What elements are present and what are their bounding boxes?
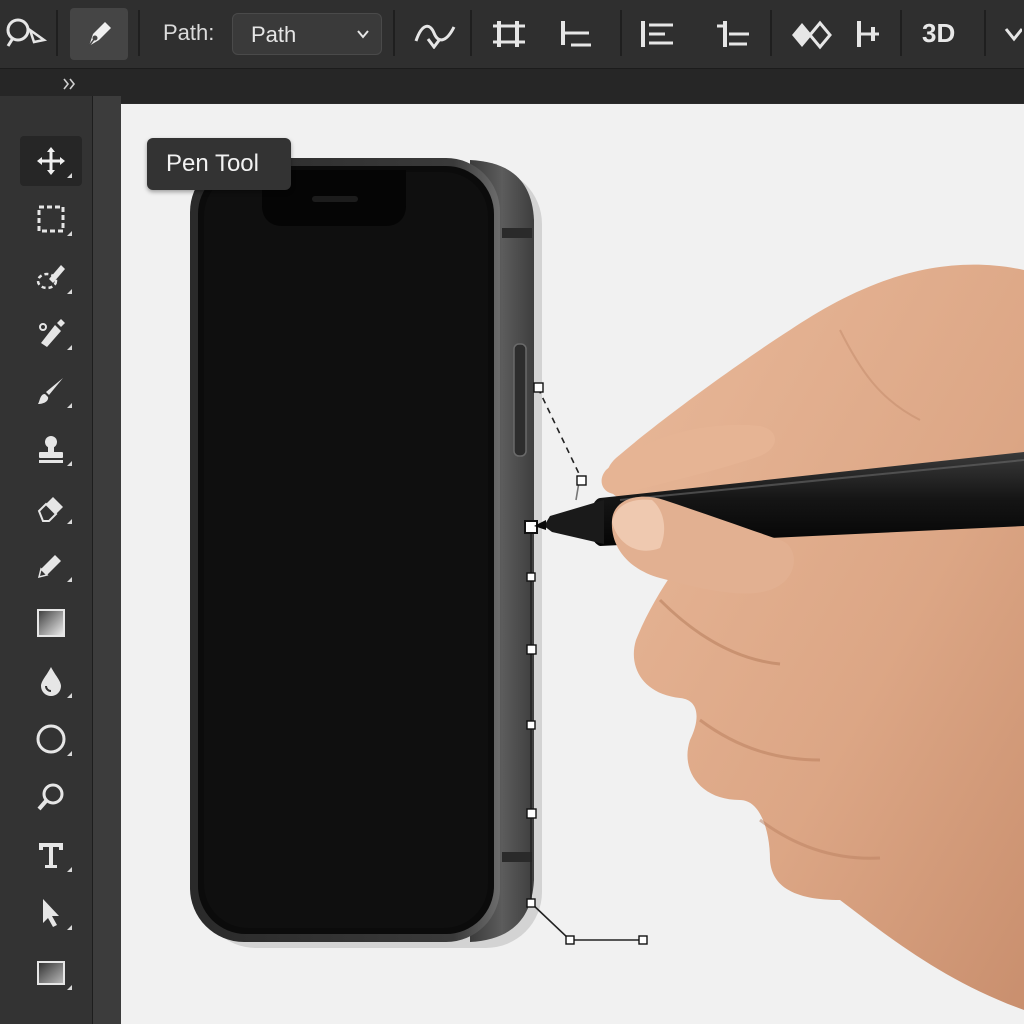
distribute-left-icon[interactable] (634, 8, 680, 60)
path-operations-icon[interactable] (408, 8, 462, 60)
quick-selection-icon (36, 265, 65, 290)
separator (138, 10, 140, 56)
clone-stamp-tool[interactable] (20, 424, 82, 474)
more-options-icon[interactable] (1000, 8, 1024, 60)
healing-brush-tool[interactable] (20, 308, 82, 358)
align-bottom-icon[interactable] (552, 8, 598, 60)
pen-tool-button[interactable] (70, 8, 128, 60)
path-mode-value: Path (251, 22, 297, 47)
marquee-icon (37, 205, 65, 233)
separator (56, 10, 58, 56)
path-mode-dropdown[interactable]: Path (232, 13, 382, 55)
ellipse-icon (36, 724, 66, 754)
quick-selection-tool[interactable] (20, 252, 82, 302)
type-icon (39, 843, 63, 868)
gradient-tool[interactable] (20, 598, 82, 648)
eraser-tool[interactable] (20, 482, 82, 532)
separator (393, 10, 395, 56)
phone-illustration (190, 158, 534, 942)
zoom-path-icon[interactable] (0, 8, 52, 60)
path-selection-tool[interactable] (20, 888, 82, 938)
rectangle-tool[interactable] (20, 948, 82, 998)
pencil-icon (37, 555, 61, 579)
brush-tool[interactable] (20, 366, 82, 416)
eraser-icon (37, 497, 63, 522)
separator (620, 10, 622, 56)
stamp-icon (39, 436, 63, 463)
brush-icon (38, 378, 63, 404)
hand-with-stylus (534, 264, 1024, 1010)
tools-panel (0, 96, 93, 1024)
marquee-tool[interactable] (20, 194, 82, 244)
zoom-icon (37, 783, 64, 811)
separator (770, 10, 772, 56)
collapse-panel-icon[interactable] (62, 77, 76, 91)
ellipse-tool[interactable] (20, 714, 82, 764)
canvas-artwork (190, 158, 1024, 1010)
distribute-horizontal-icon[interactable] (710, 8, 756, 60)
tooltip-text: Pen Tool (166, 150, 259, 177)
zoom-tool[interactable] (20, 772, 82, 822)
canvas-gutter (93, 96, 121, 1024)
panel-header-bar (0, 69, 1024, 103)
gradient-icon (37, 609, 65, 637)
pencil-tool[interactable] (20, 540, 82, 590)
options-bar: Path: Path 3D (0, 0, 1024, 69)
3d-button[interactable]: 3D (922, 18, 955, 49)
healing-brush-icon (39, 319, 65, 347)
chevron-down-icon (357, 30, 369, 39)
separator (984, 10, 986, 56)
move-icon (37, 147, 65, 175)
separator (470, 10, 472, 56)
blur-tool[interactable] (20, 656, 82, 706)
type-tool[interactable] (20, 830, 82, 880)
drop-icon (41, 667, 61, 696)
tool-tooltip: Pen Tool (147, 138, 291, 190)
separator (900, 10, 902, 56)
rectangle-icon (37, 961, 65, 985)
arrow-icon (43, 899, 59, 927)
move-tool[interactable] (20, 136, 82, 186)
warp-shape-icon[interactable] (784, 8, 836, 60)
document-canvas[interactable]: Pen Tool (121, 104, 1024, 1024)
transform-icon[interactable] (846, 8, 886, 60)
align-vertical-centers-icon[interactable] (486, 8, 532, 60)
path-label: Path: (163, 20, 215, 45)
